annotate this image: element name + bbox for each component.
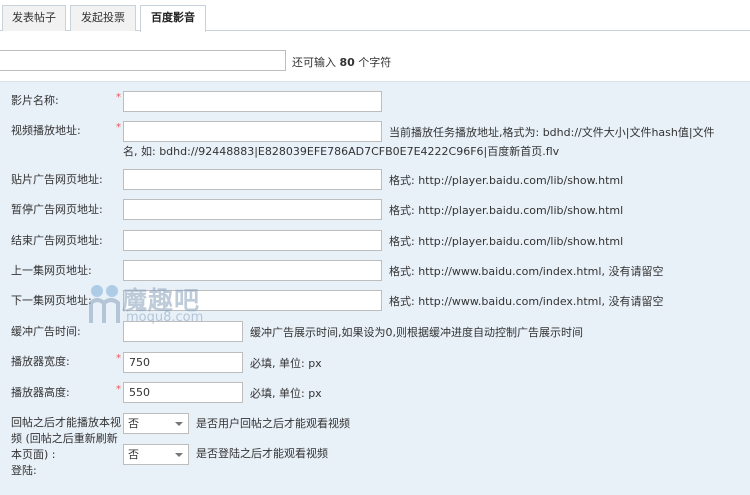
prev-episode-url-note: 格式: http://www.baidu.com/index.html, 没有请…: [389, 265, 664, 278]
moqu8-watermark: 魔趣吧 moqu8.com: [88, 281, 228, 327]
player-height-label: 播放器高度:: [11, 386, 70, 399]
editor-tabs: 发表帖子 发起投票 百度影音: [0, 0, 750, 32]
watermark-text-en: moqu8.com: [126, 310, 204, 325]
tab-baidu-video[interactable]: 百度影音: [140, 5, 206, 32]
player-width-note: 必填, 单位: px: [250, 357, 322, 370]
login-to-view-label: 登陆:: [11, 464, 37, 477]
tab-new-post[interactable]: 发表帖子: [2, 5, 66, 31]
prev-episode-url-label: 上一集网页地址:: [11, 264, 92, 277]
video-url-label: 视频播放地址:: [11, 124, 81, 137]
required-mark: *: [116, 384, 121, 395]
movie-name-label: 影片名称:: [11, 94, 59, 107]
video-url-input[interactable]: [123, 121, 382, 142]
patch-ad-url-input[interactable]: [123, 169, 382, 190]
player-height-input[interactable]: 550: [123, 382, 243, 403]
required-mark: *: [116, 353, 121, 364]
patch-ad-url-label: 贴片广告网页地址:: [11, 173, 103, 186]
end-ad-url-input[interactable]: [123, 230, 382, 251]
prev-episode-url-input[interactable]: [123, 260, 382, 281]
next-episode-url-label: 下一集网页地址:: [11, 294, 92, 307]
chevron-down-icon: [175, 422, 183, 426]
title-char-hint: 还可输入 80 个字符: [292, 56, 392, 69]
player-width-label: 播放器宽度:: [11, 355, 70, 368]
buffer-ad-time-note: 缓冲广告展示时间,如果设为0,则根据缓冲进度自动控制广告展示时间: [250, 326, 583, 339]
pause-ad-url-input[interactable]: [123, 199, 382, 220]
chevron-down-icon: [175, 453, 183, 457]
pause-ad-url-label: 暂停广告网页地址:: [11, 203, 103, 216]
tab-new-poll[interactable]: 发起投票: [70, 5, 136, 31]
required-mark: *: [116, 92, 121, 103]
pause-ad-url-note: 格式: http://player.baidu.com/lib/show.htm…: [389, 204, 624, 217]
patch-ad-url-note: 格式: http://player.baidu.com/lib/show.htm…: [389, 174, 624, 187]
reply-to-view-select[interactable]: 否: [123, 413, 189, 434]
player-height-note: 必填, 单位: px: [250, 387, 322, 400]
reply-to-view-label-line1: 回帖之后才能播放本视: [11, 416, 121, 429]
next-episode-url-note: 格式: http://www.baidu.com/index.html, 没有请…: [389, 295, 664, 308]
login-to-view-select[interactable]: 否: [123, 444, 189, 465]
reply-to-view-label-line3: 本页面) :: [11, 448, 56, 461]
movie-name-input[interactable]: [123, 91, 382, 112]
reply-to-view-note: 是否用户回帖之后才能观看视频: [196, 417, 350, 430]
login-to-view-note: 是否登陆之后才能观看视频: [196, 447, 328, 460]
player-width-input[interactable]: 750: [123, 352, 243, 373]
required-mark: *: [116, 122, 121, 133]
buffer-ad-time-label: 缓冲广告时间:: [11, 325, 81, 338]
end-ad-url-label: 结束广告网页地址:: [11, 234, 103, 247]
moqu8-logo-icon: [89, 285, 120, 323]
end-ad-url-note: 格式: http://player.baidu.com/lib/show.htm…: [389, 235, 624, 248]
title-input[interactable]: [0, 50, 286, 71]
video-url-note-line1: 当前播放任务播放地址,格式为: bdhd://文件大小|文件hash值|文件: [389, 126, 715, 139]
video-url-note-line2: 名, 如: bdhd://92448883|E828039EFE786AD7CF…: [123, 145, 560, 158]
reply-to-view-label-line2: 频 (回帖之后重新刷新: [11, 432, 118, 445]
reply-to-view-selected: 否: [128, 417, 139, 430]
login-to-view-selected: 否: [128, 448, 139, 461]
